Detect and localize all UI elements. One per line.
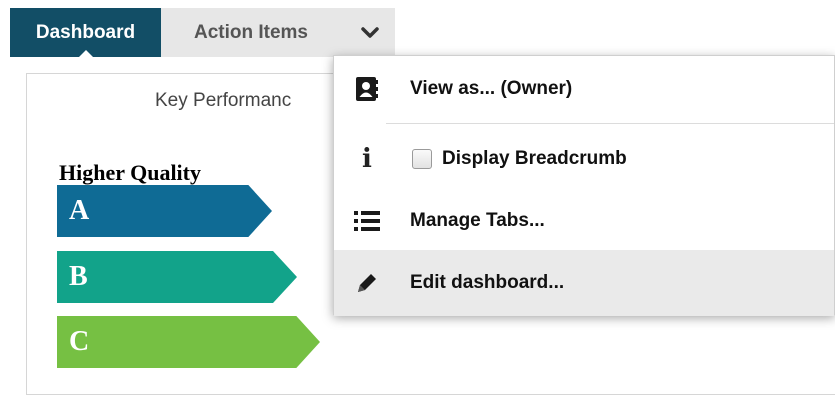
chevron-down-icon [361, 26, 379, 38]
tab-dashboard-label: Dashboard [35, 21, 136, 43]
quality-scale-label: Higher Quality [59, 160, 201, 185]
tab-action-items-label: Action Items [193, 21, 309, 43]
display-breadcrumb-checkbox[interactable] [412, 149, 432, 169]
pencil-icon [354, 270, 380, 296]
menu-item-manage-tabs[interactable]: Manage Tabs... [334, 188, 834, 254]
dashboard-options-menu: View as... (Owner) i Display Breadcrumb … [333, 55, 835, 316]
menu-item-view-as[interactable]: View as... (Owner) [334, 56, 834, 122]
grade-b-label: B [69, 261, 88, 292]
grade-b-arrow: B [57, 251, 297, 303]
tab-bar: Dashboard Action Items [10, 8, 395, 58]
menu-item-edit-dashboard[interactable]: Edit dashboard... [334, 250, 834, 316]
tab-dashboard[interactable]: Dashboard [10, 8, 161, 58]
grade-a-label: A [69, 195, 90, 226]
menu-item-edit-dashboard-label: Edit dashboard... [410, 272, 565, 293]
info-icon: i [362, 144, 372, 174]
tab-action-items[interactable]: Action Items [161, 8, 341, 57]
menu-divider [386, 123, 834, 124]
list-icon [354, 208, 380, 234]
grade-c-label: C [69, 326, 90, 357]
contact-card-icon [354, 76, 380, 102]
kpi-panel-title: Key Performanc [155, 90, 292, 111]
grade-c-arrow: C [57, 316, 320, 368]
menu-item-manage-tabs-label: Manage Tabs... [410, 210, 545, 231]
menu-item-display-breadcrumb-label: Display Breadcrumb [442, 148, 627, 169]
menu-item-view-as-label: View as... (Owner) [410, 78, 573, 99]
active-tab-notch [77, 50, 94, 58]
menu-item-display-breadcrumb[interactable]: i Display Breadcrumb [334, 126, 834, 192]
tabs-menu-toggle[interactable] [348, 8, 392, 57]
grade-a-arrow: A [57, 185, 272, 237]
